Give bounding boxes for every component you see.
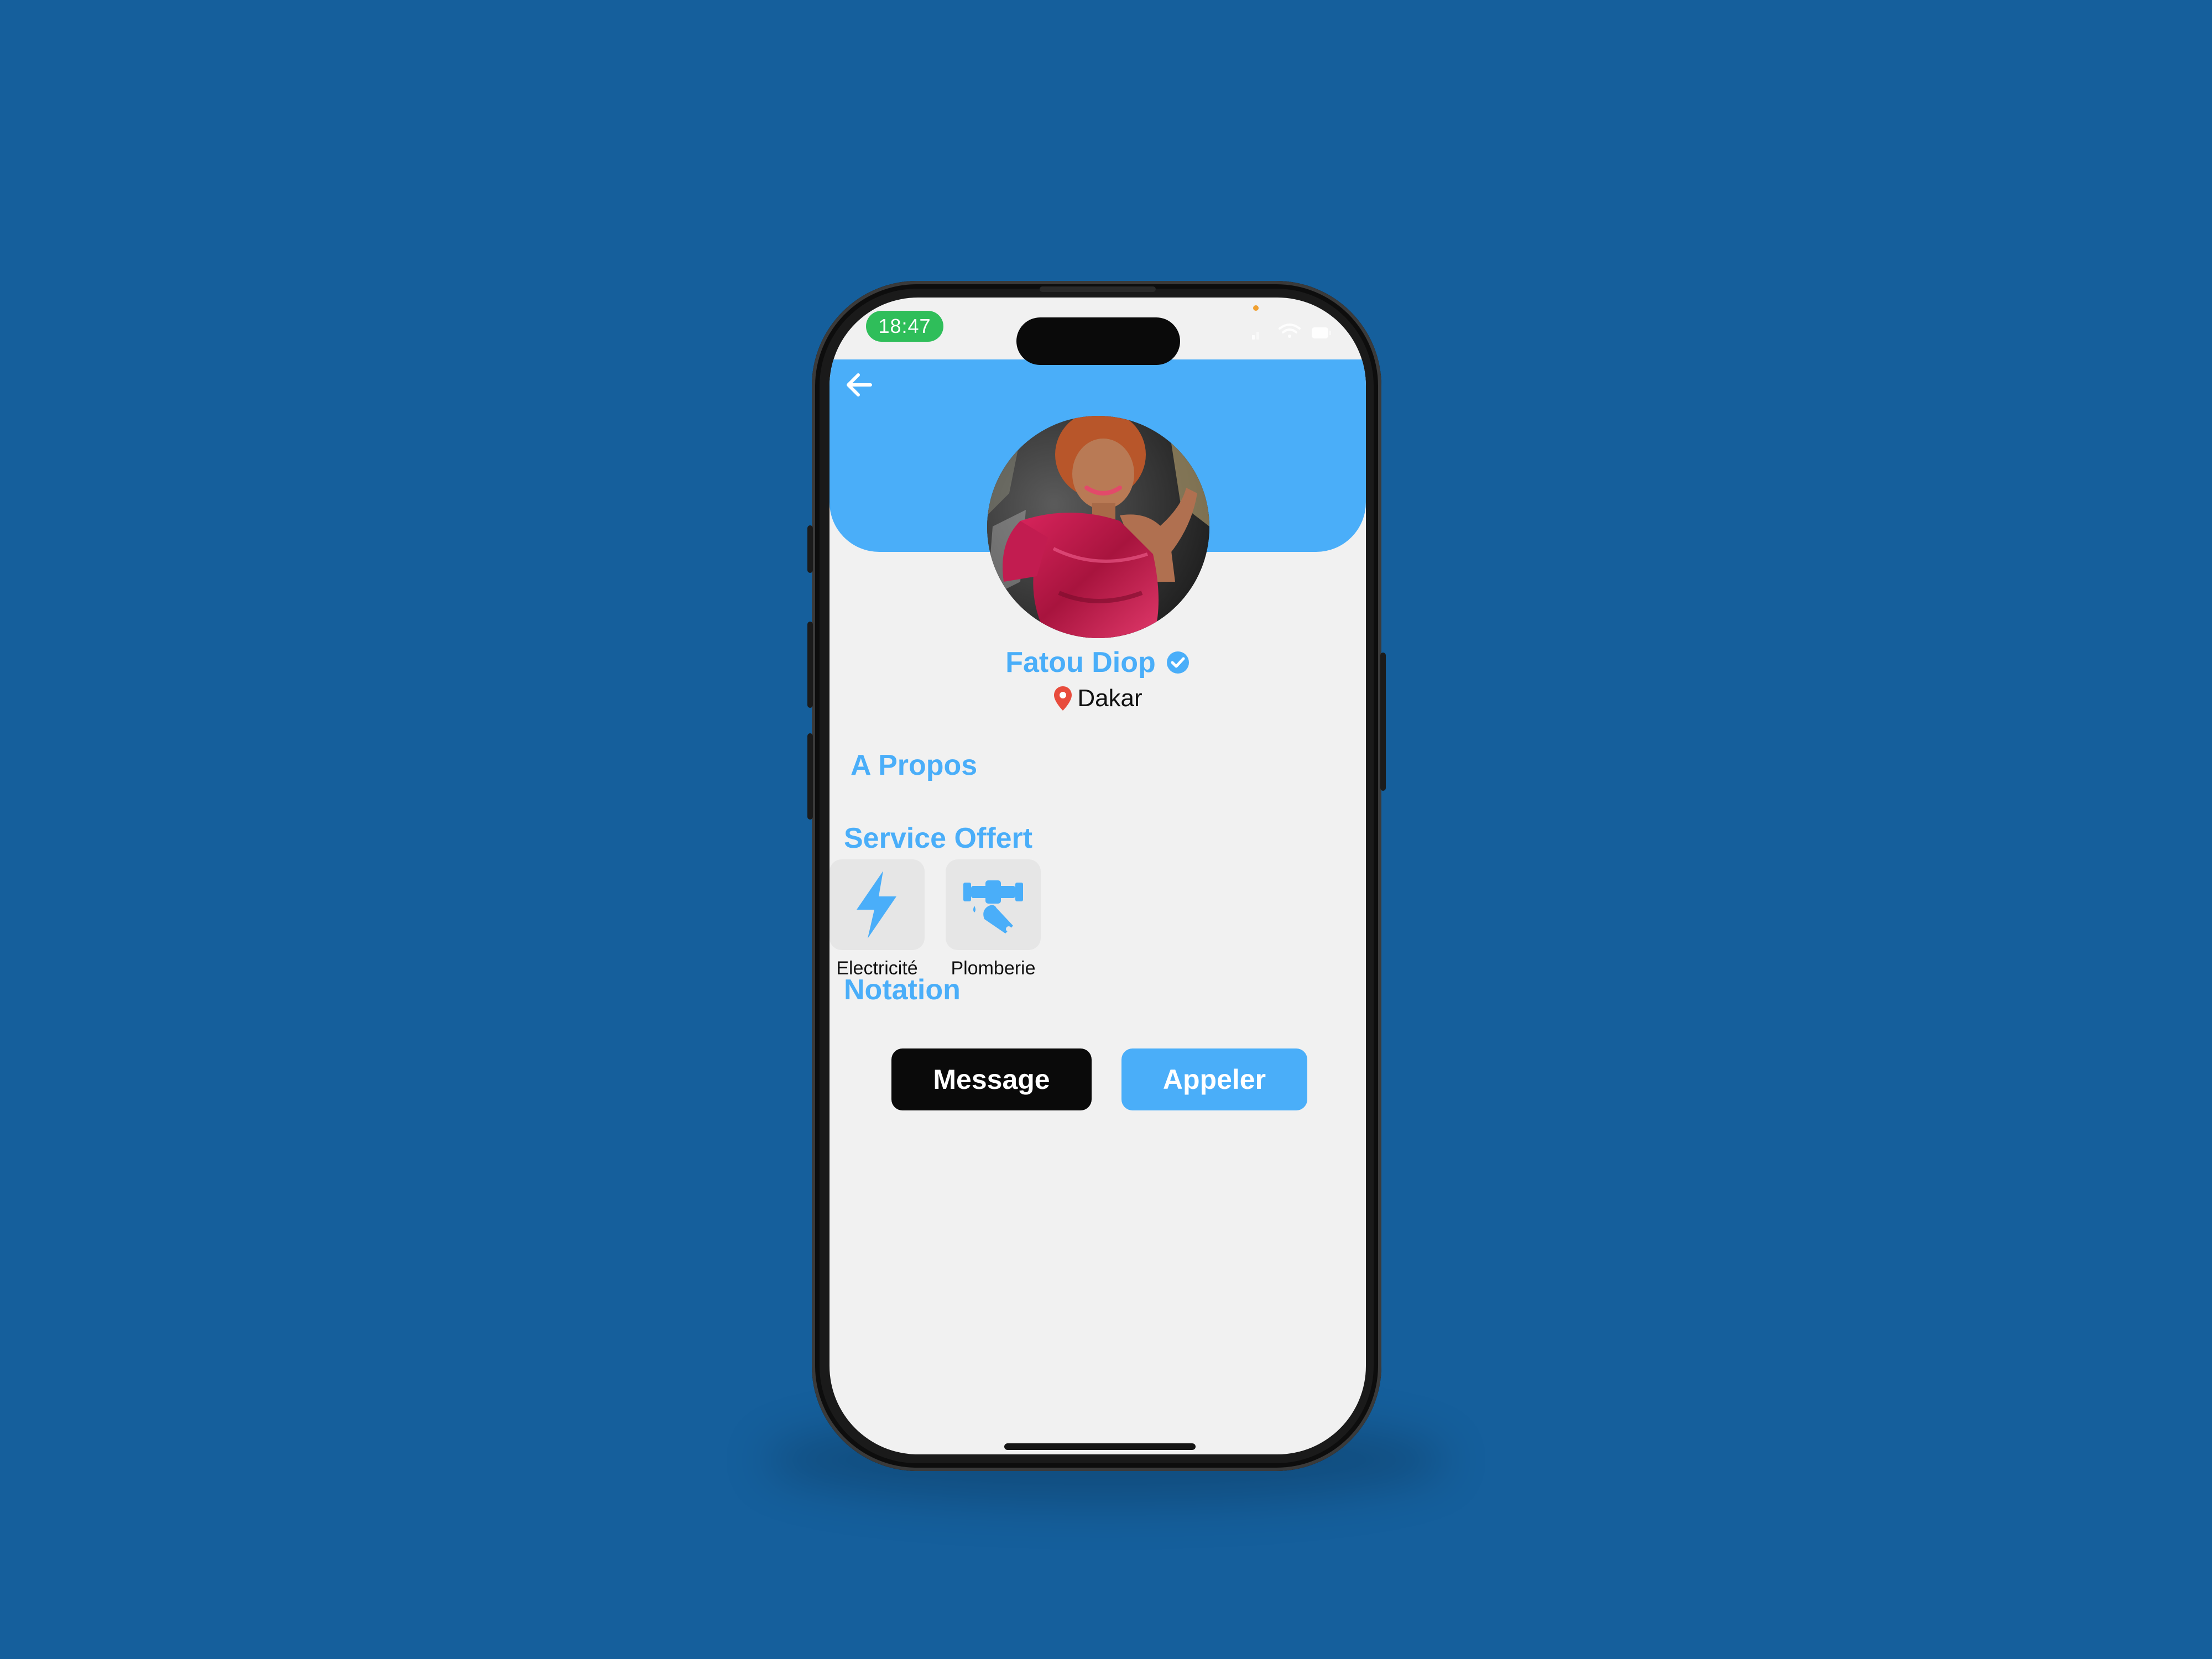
- profile-location-row: Dakar: [830, 680, 1366, 717]
- rating-title: Notation: [844, 974, 961, 1006]
- status-time: 18:47: [866, 311, 943, 342]
- wifi-icon: [1279, 324, 1301, 338]
- cellular-signal-icon: [1252, 332, 1259, 340]
- power-button: [1380, 653, 1386, 791]
- about-title: A Propos: [851, 749, 978, 781]
- message-button[interactable]: Message: [891, 1048, 1092, 1110]
- speaker-grille: [1040, 286, 1156, 292]
- service-tile[interactable]: [830, 859, 925, 950]
- privacy-indicator: [1253, 305, 1259, 311]
- profile-photo: [987, 416, 1209, 638]
- service-item-electricite[interactable]: Electricité: [830, 859, 932, 979]
- backdrop: 18:47 Fatou Diop Dakar A Propos Service …: [0, 0, 2212, 1659]
- profile-name-row: Fatou Diop: [830, 641, 1366, 684]
- service-tile[interactable]: [946, 859, 1041, 950]
- volume-up-button: [807, 622, 813, 708]
- status-icons: [1250, 319, 1344, 341]
- map-pin-icon: [1054, 686, 1072, 711]
- action-button: [807, 525, 813, 573]
- profile-location: Dakar: [1077, 685, 1142, 712]
- home-indicator[interactable]: [1004, 1443, 1196, 1450]
- dynamic-island: [1016, 317, 1180, 365]
- back-button[interactable]: [837, 363, 881, 407]
- lightning-bolt-icon: [857, 871, 896, 938]
- volume-down-button: [807, 733, 813, 820]
- services-title: Service Offert: [844, 822, 1033, 854]
- avatar[interactable]: [987, 416, 1209, 638]
- arrow-left-icon: [847, 373, 872, 397]
- verified-check-icon: [1166, 651, 1189, 674]
- battery-icon: [1312, 327, 1331, 338]
- profile-name: Fatou Diop: [1005, 646, 1156, 679]
- service-item-plomberie[interactable]: Plomberie: [938, 859, 1048, 979]
- plumbing-wrench-icon: [963, 880, 1023, 933]
- call-button[interactable]: Appeler: [1121, 1048, 1307, 1110]
- app-screen: 18:47 Fatou Diop Dakar A Propos Service …: [830, 298, 1366, 1454]
